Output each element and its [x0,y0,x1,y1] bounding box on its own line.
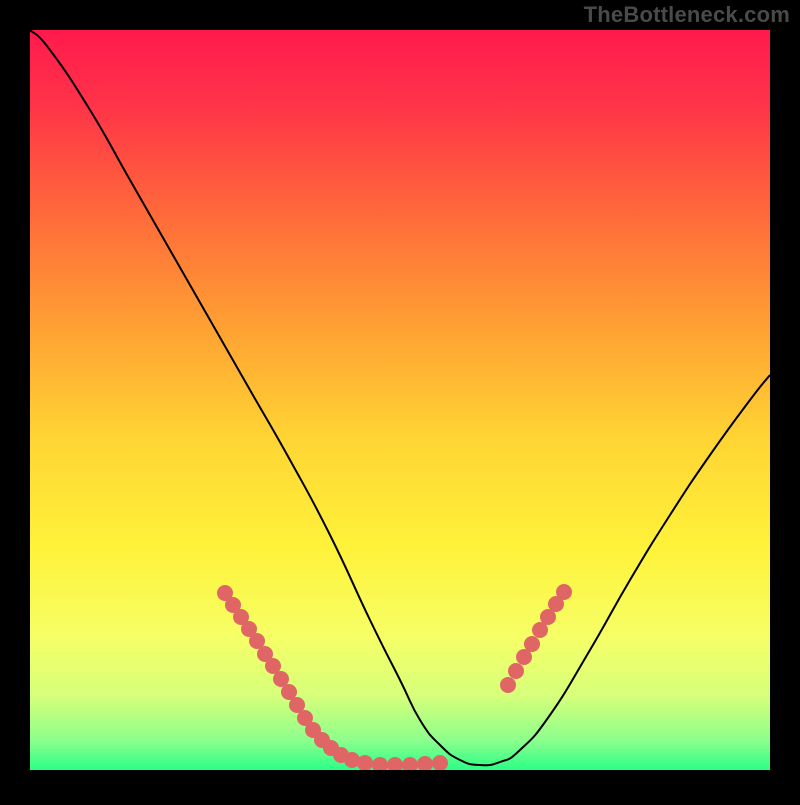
right-dots-dot [500,677,516,693]
right-dots-dot [524,636,540,652]
chart-container: TheBottleneck.com [0,0,800,800]
watermark-label: TheBottleneck.com [584,2,790,28]
plot-background [30,30,770,770]
right-dots-dot [508,663,524,679]
left-dots-dot [357,755,373,771]
bottleneck-chart [0,0,800,800]
right-dots-dot [556,584,572,600]
left-dots-dot [417,756,433,772]
left-dots-dot [432,755,448,771]
